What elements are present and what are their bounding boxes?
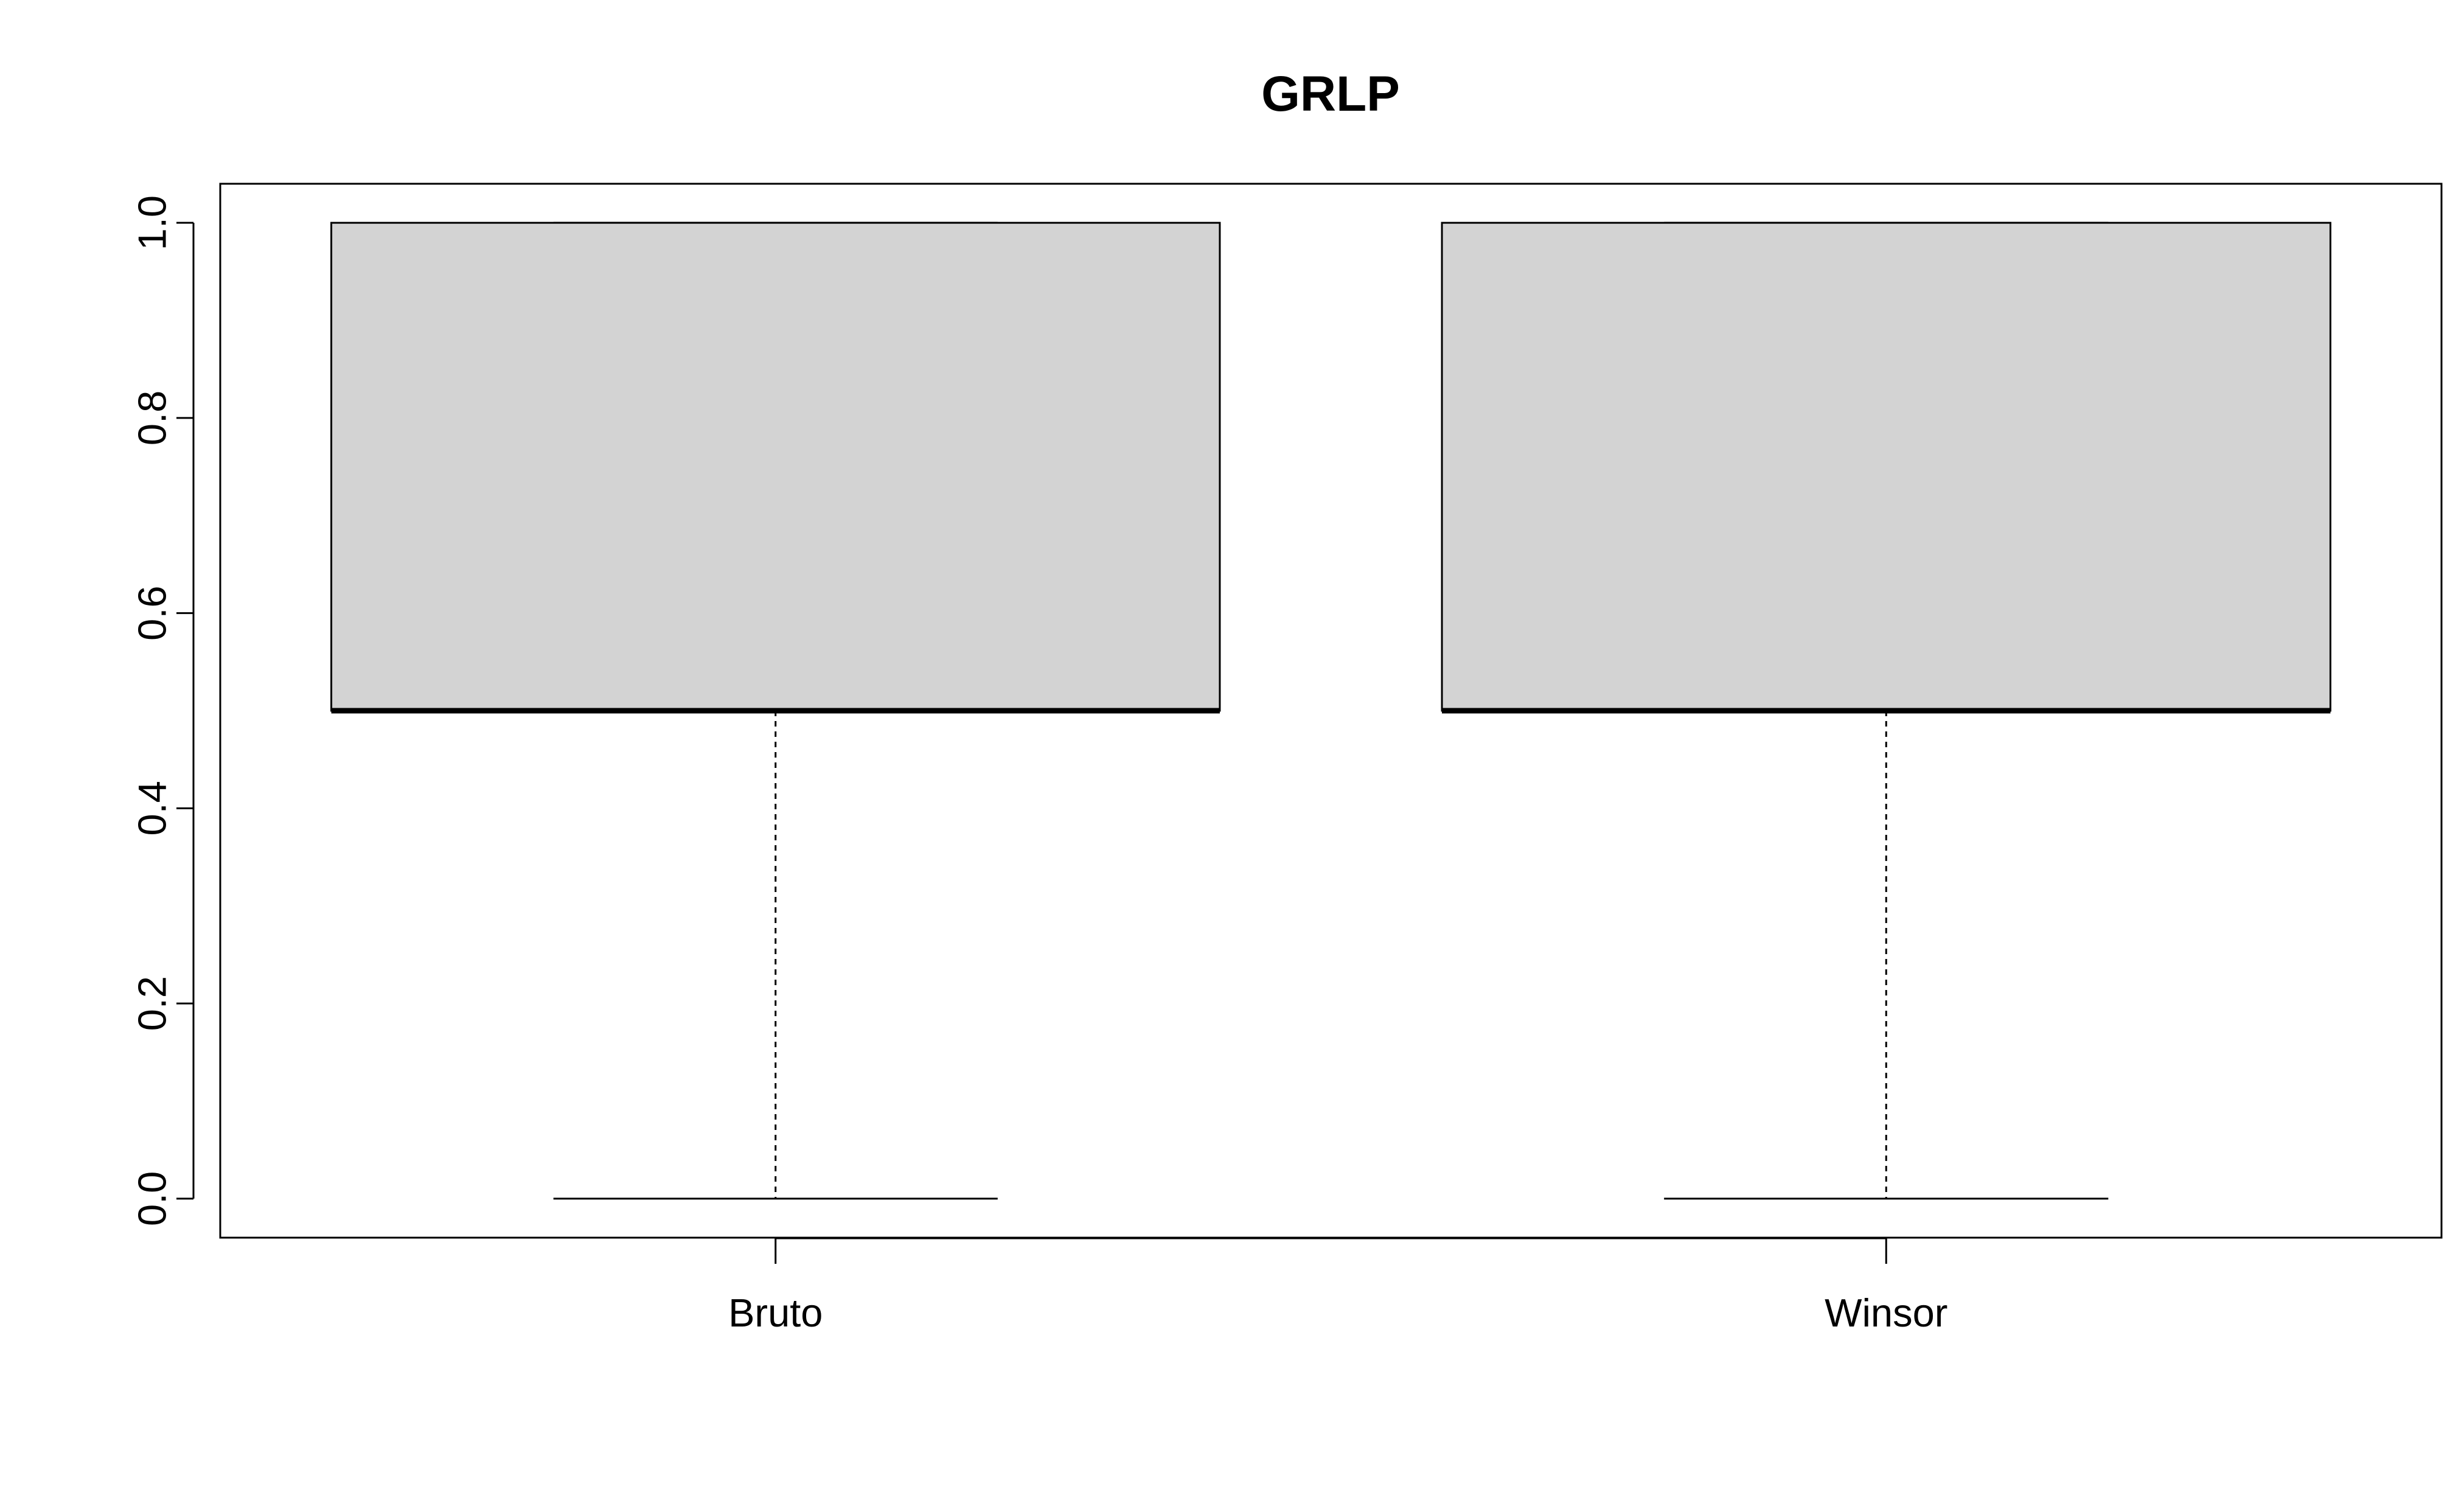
box-winsor xyxy=(1441,221,2331,712)
boxplot-chart: GRLP 0.0 0.2 0.4 0.6 0.8 1.0 Bruto Winsor xyxy=(130,66,2443,1335)
chart-title: GRLP xyxy=(1261,66,1400,122)
y-tick-label: 1.0 xyxy=(130,195,175,250)
y-axis: 0.0 0.2 0.4 0.6 0.8 1.0 xyxy=(130,195,195,1226)
box-bruto xyxy=(330,221,1221,712)
x-axis: Bruto Winsor xyxy=(728,1237,1947,1335)
box-group-bruto xyxy=(330,221,1221,1200)
x-tick-label: Winsor xyxy=(1825,1291,1947,1335)
y-tick-label: 0.0 xyxy=(130,1171,175,1226)
y-tick-label: 0.8 xyxy=(130,391,175,445)
y-tick-label: 0.6 xyxy=(130,585,175,640)
boxes-layer xyxy=(330,221,2331,1200)
y-tick-label: 0.4 xyxy=(130,781,175,835)
box-group-winsor xyxy=(1441,221,2331,1200)
x-tick-label: Bruto xyxy=(728,1291,823,1335)
y-tick-label: 0.2 xyxy=(130,976,175,1031)
